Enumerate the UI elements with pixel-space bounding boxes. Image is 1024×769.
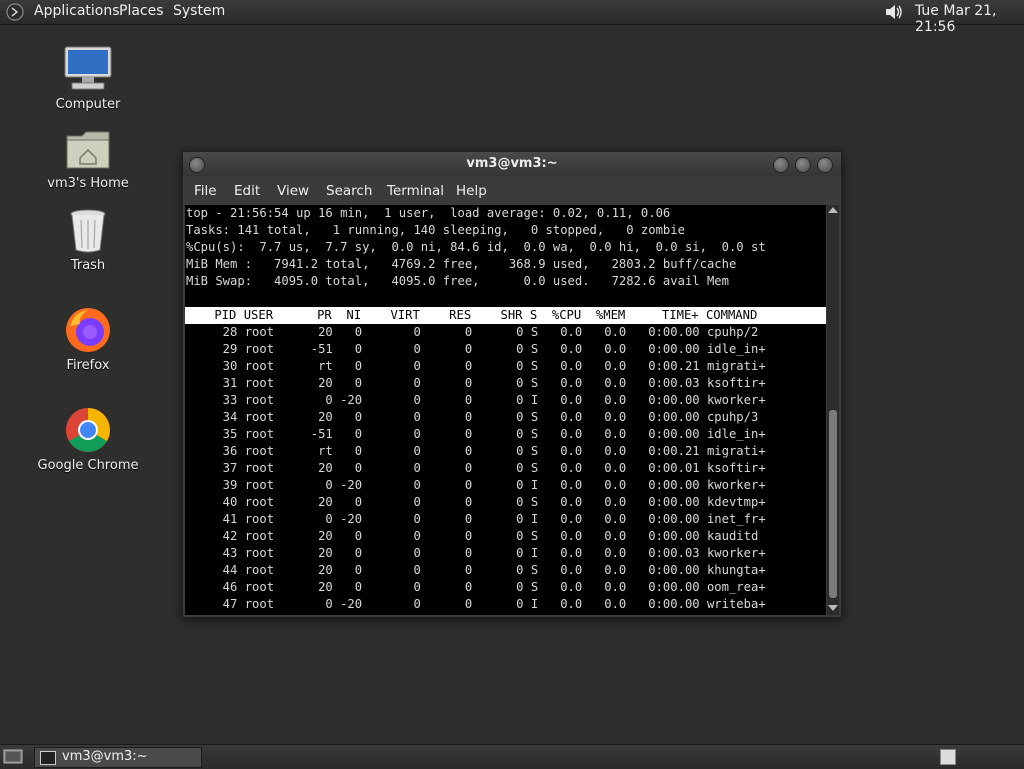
- clock[interactable]: Tue Mar 21, 21:56: [915, 3, 1024, 35]
- process-row: 33 root 0 -20 0 0 0 I 0.0 0.0 0:00.00 kw…: [186, 393, 766, 407]
- process-table-header: PID USER PR NI VIRT RES SHR S %CPU %MEM …: [185, 307, 826, 324]
- places-menu[interactable]: Places: [119, 3, 164, 19]
- system-menu[interactable]: System: [173, 3, 225, 19]
- process-row: 40 root 20 0 0 0 0 S 0.0 0.0 0:00.00 kde…: [186, 495, 766, 509]
- process-row: 44 root 20 0 0 0 0 S 0.0 0.0 0:00.00 khu…: [186, 563, 766, 577]
- process-row: 37 root 20 0 0 0 0 S 0.0 0.0 0:00.01 kso…: [186, 461, 766, 475]
- menu-search[interactable]: Search: [326, 183, 372, 199]
- terminal-screen[interactable]: top - 21:56:54 up 16 min, 1 user, load a…: [185, 205, 826, 615]
- close-button[interactable]: [817, 157, 833, 173]
- summary-line: Tasks: 141 total, 1 running, 140 sleepin…: [186, 223, 685, 237]
- scroll-up-arrow-icon[interactable]: [828, 207, 838, 213]
- menu-file[interactable]: File: [194, 183, 217, 199]
- process-row: 39 root 0 -20 0 0 0 I 0.0 0.0 0:00.00 kw…: [186, 478, 766, 492]
- menu-terminal[interactable]: Terminal: [387, 183, 444, 199]
- process-row: 36 root rt 0 0 0 0 S 0.0 0.0 0:00.21 mig…: [186, 444, 766, 458]
- desktop-icon-firefox[interactable]: Firefox: [33, 306, 143, 373]
- desktop-icon-label: Trash: [70, 258, 106, 273]
- applications-menu[interactable]: Applications: [34, 3, 120, 19]
- trash-icon: [70, 209, 106, 253]
- summary-line: MiB Swap: 4095.0 total, 4095.0 free, 0.0…: [186, 274, 729, 288]
- process-row: 28 root 20 0 0 0 0 S 0.0 0.0 0:00.00 cpu…: [186, 325, 759, 339]
- terminal-menubar: File Edit View Search Terminal Help: [183, 178, 841, 204]
- distro-logo-icon[interactable]: [6, 3, 24, 21]
- process-row: 41 root 0 -20 0 0 0 I 0.0 0.0 0:00.00 in…: [186, 512, 766, 526]
- summary-line: top - 21:56:54 up 16 min, 1 user, load a…: [186, 206, 671, 220]
- window-titlebar[interactable]: vm3@vm3:~: [183, 152, 841, 176]
- terminal-scrollbar[interactable]: [827, 205, 839, 615]
- summary-line: MiB Mem : 7941.2 total, 4769.2 free, 368…: [186, 257, 737, 271]
- computer-icon: [64, 46, 112, 90]
- chrome-icon: [66, 408, 110, 452]
- taskbar-label: vm3@vm3:~: [62, 749, 148, 764]
- process-row: 43 root 20 0 0 0 0 I 0.0 0.0 0:00.03 kwo…: [186, 546, 766, 560]
- process-row: 30 root rt 0 0 0 0 S 0.0 0.0 0:00.21 mig…: [186, 359, 766, 373]
- desktop-icon-chrome[interactable]: Google Chrome: [33, 406, 143, 473]
- terminal-icon: [40, 751, 56, 765]
- taskbar-terminal-button[interactable]: vm3@vm3:~: [34, 747, 202, 768]
- window-title: vm3@vm3:~: [466, 156, 558, 171]
- desktop-icon-computer[interactable]: Computer: [33, 45, 143, 112]
- terminal-window: vm3@vm3:~ File Edit View Search Terminal…: [182, 151, 842, 618]
- process-row: 31 root 20 0 0 0 0 S 0.0 0.0 0:00.03 kso…: [186, 376, 766, 390]
- top-panel: Applications Places System Tue Mar 21, 2…: [0, 0, 1024, 35]
- minimize-button[interactable]: [773, 157, 789, 173]
- home-folder-icon: [66, 131, 110, 169]
- desktop-icon-trash[interactable]: Trash: [33, 208, 143, 273]
- volume-icon[interactable]: [883, 2, 905, 22]
- workspace-switcher[interactable]: [940, 749, 956, 765]
- bottom-panel: vm3@vm3:~: [0, 744, 1024, 769]
- process-row: 29 root -51 0 0 0 0 S 0.0 0.0 0:00.00 id…: [186, 342, 766, 356]
- desktop-icon-label: vm3's Home: [47, 176, 129, 191]
- show-desktop-icon[interactable]: [3, 748, 23, 765]
- menu-view[interactable]: View: [277, 183, 309, 199]
- menu-help[interactable]: Help: [456, 183, 487, 199]
- summary-line: %Cpu(s): 7.7 us, 7.7 sy, 0.0 ni, 84.6 id…: [186, 240, 766, 254]
- desktop-icon-label: Computer: [55, 97, 121, 112]
- desktop-icon-home[interactable]: vm3's Home: [33, 128, 143, 191]
- process-row: 34 root 20 0 0 0 0 S 0.0 0.0 0:00.00 cpu…: [186, 410, 759, 424]
- process-row: 46 root 20 0 0 0 0 S 0.0 0.0 0:00.00 oom…: [186, 580, 766, 594]
- process-row: 42 root 20 0 0 0 0 S 0.0 0.0 0:00.00 kau…: [186, 529, 759, 543]
- maximize-button[interactable]: [795, 157, 811, 173]
- process-row: 35 root -51 0 0 0 0 S 0.0 0.0 0:00.00 id…: [186, 427, 766, 441]
- scroll-down-arrow-icon[interactable]: [828, 605, 838, 611]
- process-row: 47 root 0 -20 0 0 0 I 0.0 0.0 0:00.00 wr…: [186, 597, 766, 611]
- firefox-icon: [66, 308, 110, 352]
- desktop-icon-label: Firefox: [66, 358, 110, 373]
- desktop-icon-label: Google Chrome: [37, 458, 139, 473]
- menu-edit[interactable]: Edit: [234, 183, 260, 199]
- scrollbar-thumb[interactable]: [829, 410, 837, 598]
